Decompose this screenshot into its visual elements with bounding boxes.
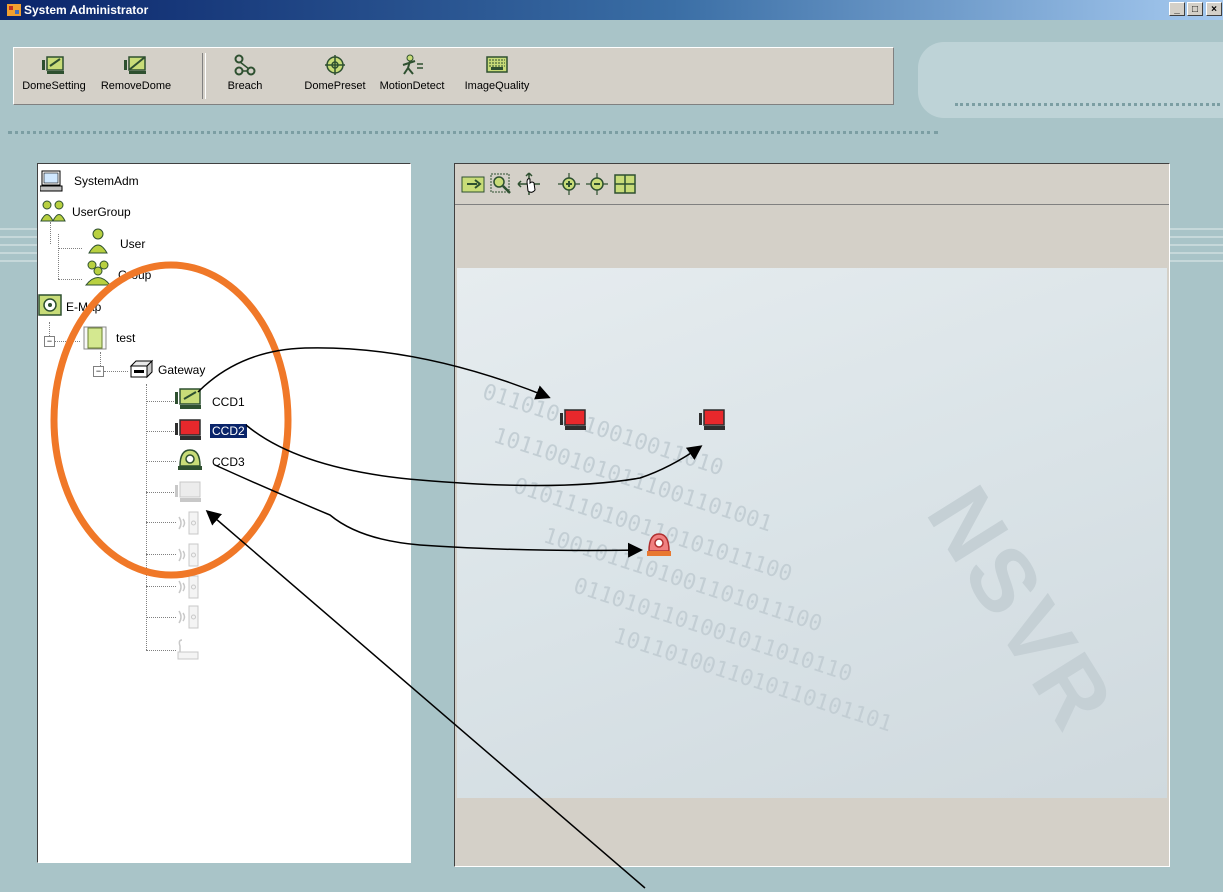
tree-line (146, 650, 176, 651)
tree-line (54, 341, 80, 342)
title-bar: System Administrator _ □ × (0, 0, 1223, 20)
decorative-band (1170, 228, 1223, 230)
tree-line (49, 322, 50, 336)
device-tree-panel[interactable]: SystemAdm UserGroup User Group E-Map − t… (37, 163, 411, 863)
window-title: System Administrator (24, 3, 149, 17)
close-button[interactable]: × (1206, 2, 1222, 16)
computer-icon (40, 170, 63, 192)
main-toolbar: DomeSetting RemoveDome Breach DomePreset (13, 47, 894, 105)
tree-label-systemadm: SystemAdm (74, 174, 139, 188)
decorative-dotted-line (955, 103, 1220, 106)
image-quality-icon (486, 56, 508, 73)
decorative-band (0, 236, 37, 238)
tree-line (58, 248, 82, 249)
pan-icon[interactable] (517, 172, 541, 196)
image-quality-label: ImageQuality (464, 80, 530, 92)
tree-line (146, 522, 176, 523)
decorative-band (0, 252, 37, 254)
emap-icon (38, 294, 62, 316)
dome-setting-button[interactable]: DomeSetting (18, 52, 90, 100)
dome-preset-icon (325, 55, 345, 75)
toolbar-separator (202, 53, 206, 99)
tree-line (146, 431, 176, 432)
tree-label-user: User (120, 237, 146, 251)
camera-alarm-icon (175, 419, 201, 440)
zoom-out-icon[interactable] (585, 172, 609, 196)
breach-button[interactable]: Breach (220, 52, 270, 100)
tree-line (146, 492, 176, 493)
decorative-band (0, 244, 37, 246)
tree-line (146, 586, 176, 587)
user-group-icon (40, 200, 66, 222)
map-camera-ccd1-icon[interactable] (559, 408, 589, 432)
tree-line (146, 401, 176, 402)
group-icon (84, 260, 112, 286)
zoom-area-icon[interactable] (489, 172, 513, 196)
emap-panel: 0110101110010011010 10110010101110011010… (454, 163, 1170, 867)
tree-line (146, 384, 147, 650)
tree-label-gateway: Gateway (158, 363, 206, 377)
image-quality-button[interactable]: ImageQuality (460, 52, 534, 100)
disabled-output-icon (177, 639, 199, 660)
gateway-icon (129, 359, 154, 379)
motion-detect-button[interactable]: MotionDetect (372, 52, 452, 100)
nsvr-watermark: NSVR (907, 469, 1134, 749)
tree-line (100, 352, 101, 366)
decorative-band (0, 260, 37, 262)
tree-label-test: test (116, 331, 136, 345)
collapse-gateway-toggle[interactable]: − (93, 366, 104, 377)
tree-line (146, 461, 176, 462)
motion-detect-label: MotionDetect (379, 80, 445, 92)
zoom-in-icon[interactable] (557, 172, 581, 196)
breach-icon (234, 54, 256, 76)
tree-line (146, 617, 176, 618)
fit-window-icon[interactable] (613, 172, 637, 196)
disabled-sensor-icon (178, 575, 199, 599)
map-toolbar (455, 164, 1169, 205)
disabled-sensor-icon (178, 605, 199, 629)
tree-line (58, 234, 59, 279)
dome-preset-label: DomePreset (304, 80, 366, 92)
decorative-band (1170, 260, 1223, 262)
map-folder-icon (83, 326, 107, 350)
disabled-camera-icon (175, 481, 201, 502)
remove-dome-icon (124, 56, 146, 74)
tree-label-usergroup: UserGroup (72, 205, 131, 219)
dome-device-icon (178, 449, 202, 470)
tree-label-ccd2: CCD2 (210, 424, 247, 438)
maximize-button[interactable]: □ (1187, 2, 1203, 16)
dome-camera-icon (175, 388, 201, 409)
map-dome-ccd3-icon[interactable] (645, 532, 673, 558)
collapse-test-toggle[interactable]: − (44, 336, 55, 347)
decorative-panel (918, 42, 1223, 118)
decorative-band (1170, 244, 1223, 246)
tree-line (50, 222, 51, 244)
tree-label-ccd3: CCD3 (212, 455, 245, 469)
dome-preset-button[interactable]: DomePreset (300, 52, 370, 100)
remove-dome-button[interactable]: RemoveDome (98, 52, 174, 100)
user-icon (88, 228, 108, 254)
tree-label-ccd1: CCD1 (212, 395, 245, 409)
minimize-button[interactable]: _ (1169, 2, 1185, 16)
decorative-band (0, 228, 37, 230)
app-icon (7, 4, 21, 16)
select-tool-icon[interactable] (461, 172, 485, 196)
dome-setting-label: DomeSetting (22, 80, 86, 92)
tree-label-emap: E-Map (66, 300, 102, 314)
remove-dome-label: RemoveDome (100, 80, 172, 92)
decorative-band (1170, 236, 1223, 238)
tree-label-group: Group (118, 268, 152, 282)
breach-label: Breach (227, 80, 263, 92)
map-camera-ccd2-icon[interactable] (698, 408, 728, 432)
tree-line (146, 554, 176, 555)
decorative-dotted-line (8, 131, 938, 134)
tree-line (104, 371, 128, 372)
motion-detect-icon (402, 54, 423, 75)
decorative-band (1170, 252, 1223, 254)
emap-canvas[interactable]: 0110101110010011010 10110010101110011010… (457, 268, 1167, 798)
dome-setting-icon (42, 56, 64, 74)
tree-line (58, 279, 82, 280)
disabled-sensor-icon (178, 543, 199, 567)
disabled-sensor-icon (178, 511, 199, 535)
